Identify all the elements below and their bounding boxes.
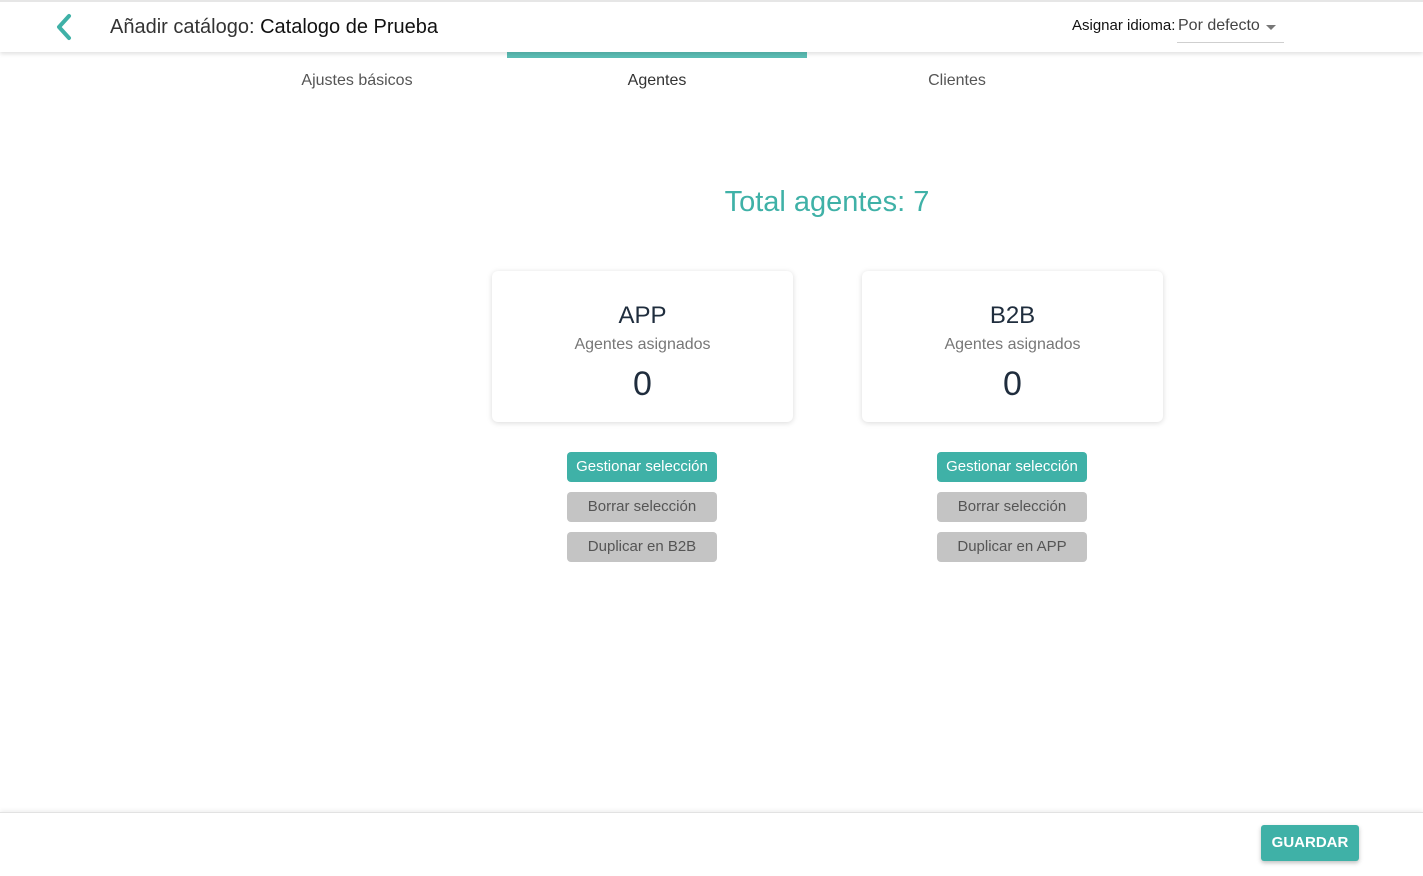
card-subtitle: Agentes asignados <box>944 336 1081 353</box>
page-title-prefix: Añadir catálogo: <box>110 16 261 38</box>
top-bar: Añadir catálogo: Catalogo de Prueba Asig… <box>0 0 1423 52</box>
tab-label: Ajustes básicos <box>301 72 413 89</box>
app-agents-card: APP Agentes asignados 0 <box>492 271 793 422</box>
tab-label: Clientes <box>928 72 986 89</box>
card-title: B2B <box>989 302 1036 329</box>
catalog-editor-page: Añadir catálogo: Catalogo de Prueba Asig… <box>0 0 1423 876</box>
b2b-agents-card: B2B Agentes asignados 0 <box>862 271 1163 422</box>
tab-clientes[interactable]: Clientes <box>807 52 1107 102</box>
app-duplicate-button[interactable]: Duplicar en B2B <box>567 532 717 562</box>
card-title: APP <box>618 302 667 329</box>
app-manage-selection-button[interactable]: Gestionar selección <box>567 452 717 482</box>
card-subtitle: Agentes asignados <box>574 336 711 353</box>
tab-agentes[interactable]: Agentes <box>507 52 807 102</box>
language-label: Asignar idioma: <box>1072 17 1176 34</box>
tab-ajustes-basicos[interactable]: Ajustes básicos <box>207 52 507 102</box>
b2b-manage-selection-button[interactable]: Gestionar selección <box>937 452 1087 482</box>
active-tab-indicator <box>507 52 807 58</box>
assigned-count: 0 <box>633 365 652 403</box>
caret-down-icon <box>1266 25 1276 30</box>
language-label-wrap: Asignar idioma: <box>1072 17 1175 34</box>
app-clear-selection-button[interactable]: Borrar selección <box>567 492 717 522</box>
chevron-left-icon <box>57 14 71 40</box>
catalog-name: Catalogo de Prueba <box>260 16 439 38</box>
page-title: Añadir catálogo: Catalogo de Prueba <box>110 16 438 39</box>
language-select-value: Por defecto <box>1178 17 1260 34</box>
b2b-duplicate-button[interactable]: Duplicar en APP <box>937 532 1087 562</box>
b2b-clear-selection-button[interactable]: Borrar selección <box>937 492 1087 522</box>
tab-label: Agentes <box>627 72 687 89</box>
assigned-count: 0 <box>1003 365 1022 403</box>
back-button[interactable] <box>48 10 80 44</box>
total-agents: Total agentes: 7 <box>724 186 930 218</box>
language-select[interactable]: Por defecto <box>1177 15 1284 43</box>
save-button[interactable]: GUARDAR <box>1261 825 1359 861</box>
footer-bar: GUARDAR <box>0 812 1423 876</box>
tab-bar: Ajustes básicos Agentes Clientes <box>207 52 1107 102</box>
